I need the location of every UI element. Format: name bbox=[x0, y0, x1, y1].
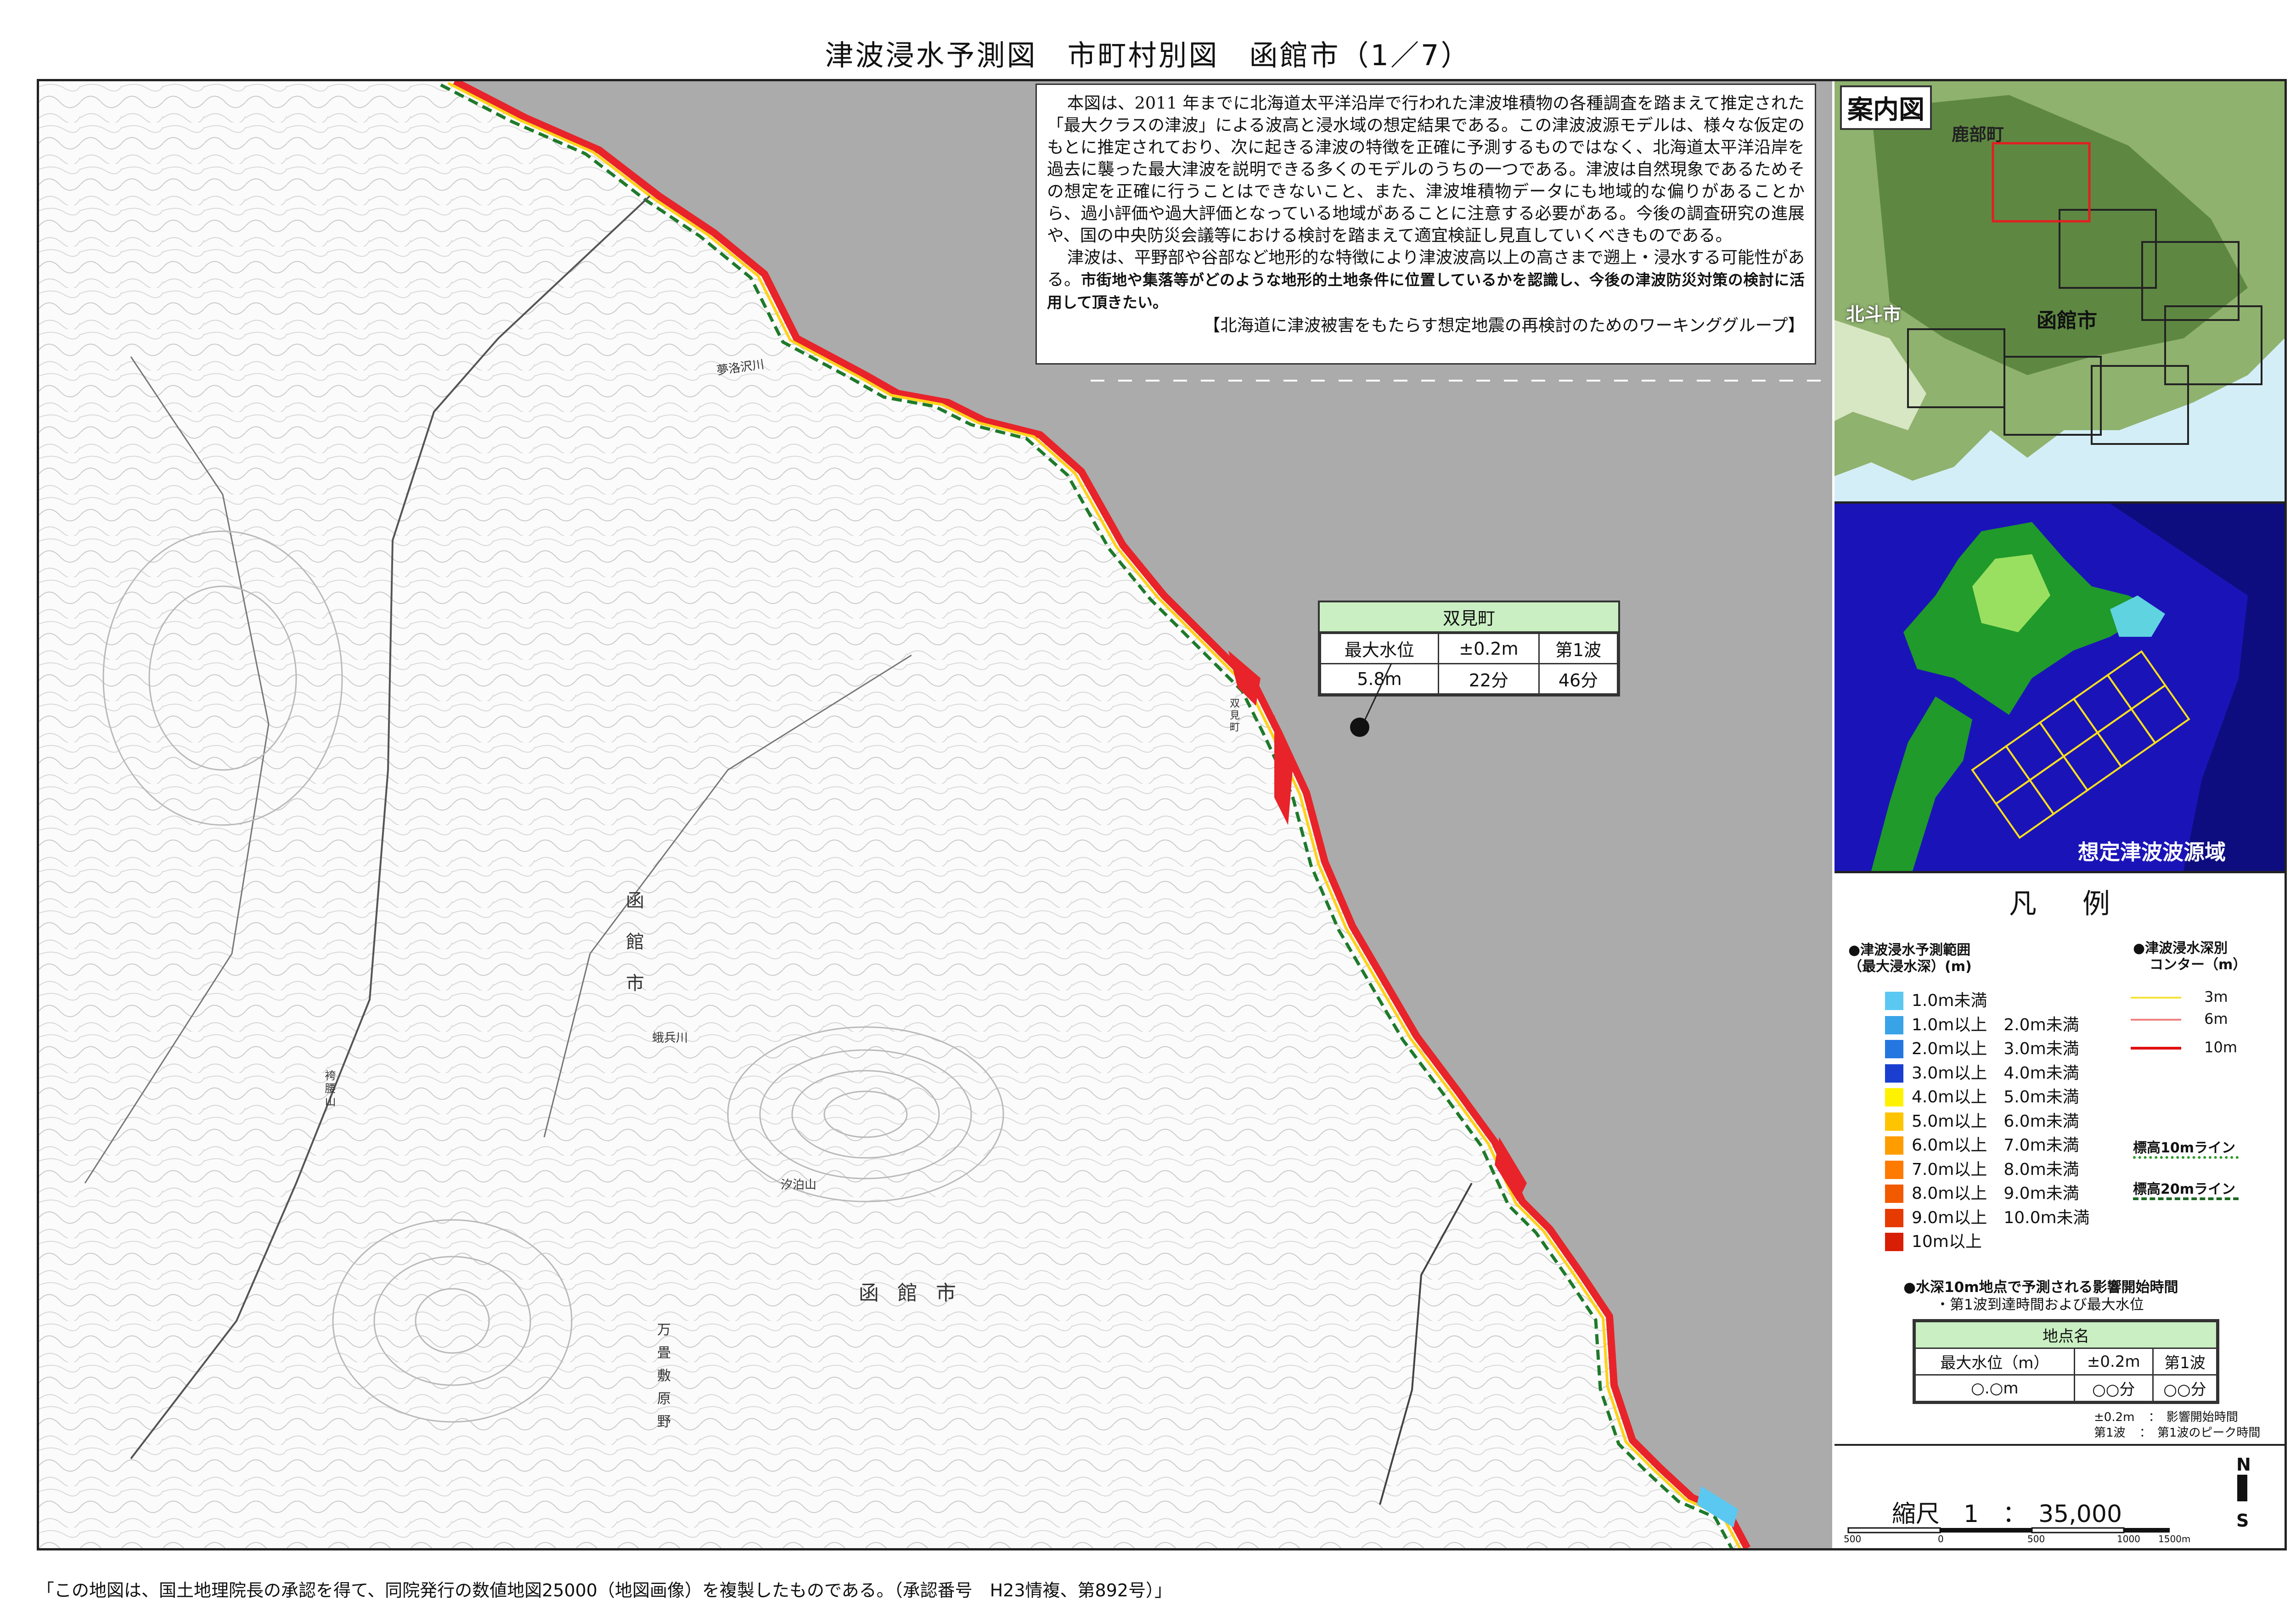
map-frame bbox=[37, 79, 2287, 1550]
page-title: 津波浸水予測図 市町村別図 函館市（1／7） bbox=[825, 39, 1471, 72]
footnote: 「この地図は、国土地理院長の承認を得て、同院発行の数値地図25000（地図画像）… bbox=[37, 1580, 1172, 1601]
